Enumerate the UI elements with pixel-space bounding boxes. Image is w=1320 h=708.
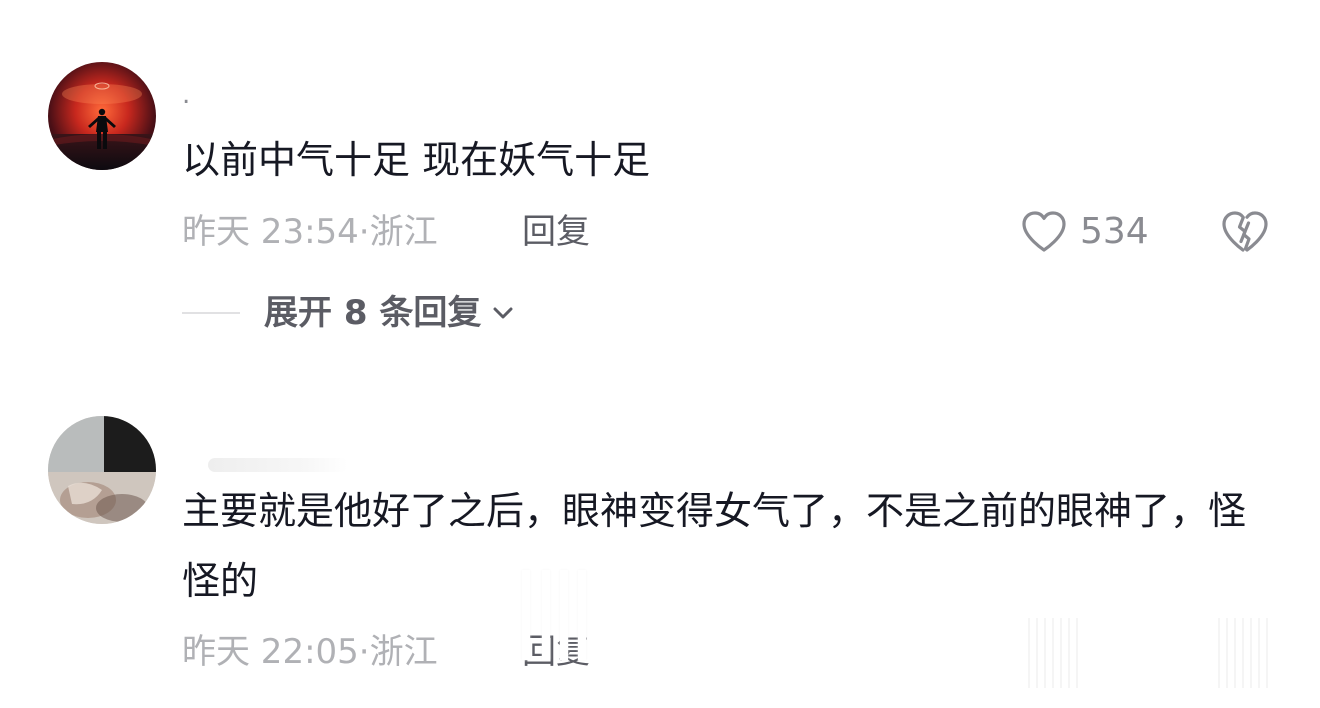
chevron-down-icon — [491, 305, 515, 321]
avatar-image — [48, 62, 156, 170]
heart-outline-icon — [1020, 210, 1068, 254]
username[interactable]: . — [182, 80, 190, 110]
avatar-image — [48, 416, 156, 524]
comment-meta: 昨天 23:54·浙江 — [182, 210, 438, 254]
comment-location: 浙江 — [369, 212, 438, 252]
comment-time: 昨天 22:05 — [182, 632, 359, 672]
username-placeholder[interactable] — [208, 458, 348, 472]
comment-location: 浙江 — [369, 632, 438, 672]
meta-separator: · — [358, 632, 370, 672]
comment-text: 以前中气十足 现在妖气十足 — [182, 138, 651, 182]
meta-separator: · — [358, 212, 370, 252]
expand-replies-label: 展开 8 条回复 — [264, 293, 482, 333]
comment-text: 主要就是他好了之后，眼神变得女气了，不是之前的眼神了，怪怪的 — [182, 489, 1247, 603]
glitch-overlay — [1212, 618, 1268, 688]
expand-replies-button[interactable]: 展开 8 条回复 — [182, 290, 515, 336]
like-count: 534 — [1080, 211, 1149, 252]
dislike-button[interactable] — [1220, 208, 1268, 256]
glitch-overlay — [516, 570, 590, 660]
like-button[interactable]: 534 — [1020, 208, 1149, 256]
glitch-overlay — [1022, 618, 1078, 688]
comment-meta: 昨天 22:05·浙江 — [182, 630, 438, 674]
reply-button[interactable]: 回复 — [522, 210, 590, 254]
avatar[interactable] — [48, 62, 156, 170]
comment-time: 昨天 23:54 — [182, 212, 359, 252]
comment-item: . 以前中气十足 现在妖气十足 昨天 23:54·浙江 回复 534 展开 8 … — [0, 0, 1320, 380]
broken-heart-icon — [1220, 208, 1268, 254]
comment-item: 主要就是他好了之后，眼神变得女气了，不是之前的眼神了，怪怪的 昨天 22:05·… — [0, 380, 1320, 708]
expand-divider — [182, 312, 240, 314]
avatar[interactable] — [48, 416, 156, 524]
